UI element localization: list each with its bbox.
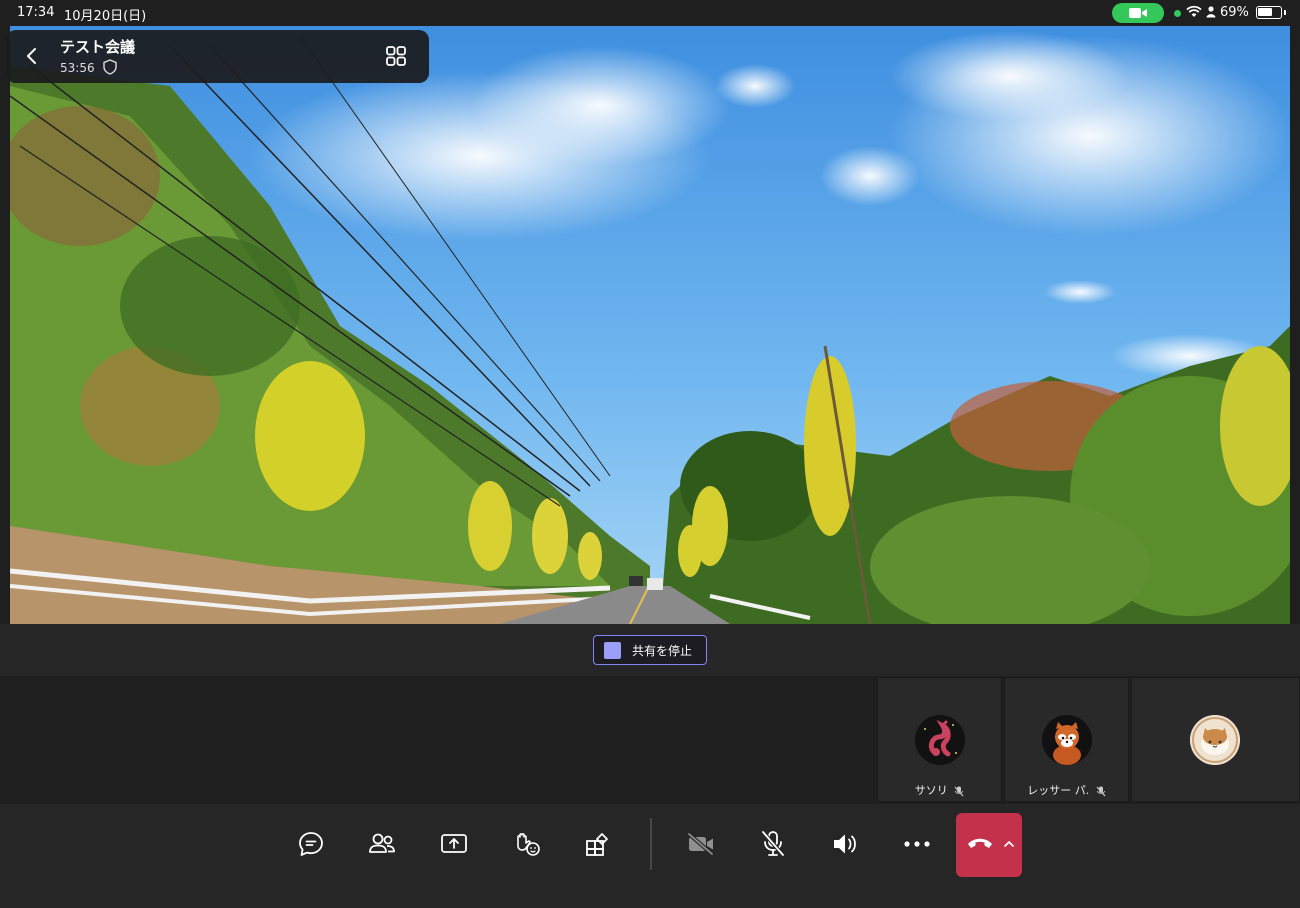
battery-tip bbox=[1284, 10, 1286, 15]
hang-up-icon bbox=[968, 838, 992, 848]
apps-icon bbox=[586, 833, 608, 856]
teams-meeting-screen: 17:34 10月20日(日) 69% テスト会議 53:56 共有を停止 サソ… bbox=[0, 0, 1300, 908]
mic-off-icon bbox=[761, 830, 785, 857]
mic-muted-icon bbox=[954, 786, 964, 796]
status-date: 10月20日(日) bbox=[64, 9, 147, 24]
status-time: 17:34 bbox=[17, 5, 55, 20]
participant-tile-self[interactable] bbox=[1131, 677, 1300, 802]
more-options-button[interactable] bbox=[886, 812, 948, 876]
stop-square-icon bbox=[604, 642, 621, 659]
battery-icon bbox=[1256, 6, 1282, 19]
cat-avatar bbox=[1190, 715, 1240, 765]
view-layout-button[interactable] bbox=[384, 44, 408, 68]
participant-name: サソリ bbox=[914, 784, 948, 797]
stop-sharing-button[interactable]: 共有を停止 bbox=[593, 635, 707, 665]
react-button[interactable] bbox=[496, 812, 558, 876]
shared-video-feed bbox=[10, 26, 1290, 624]
chat-button[interactable] bbox=[280, 812, 342, 876]
participant-name: レッサー パ. bbox=[1027, 784, 1090, 797]
participant-tile[interactable]: レッサー パ. bbox=[1004, 677, 1129, 802]
toolbar-divider bbox=[650, 818, 652, 870]
privacy-dot bbox=[1174, 10, 1181, 17]
more-icon bbox=[904, 841, 930, 847]
person-icon bbox=[1206, 6, 1216, 18]
back-button[interactable] bbox=[20, 44, 44, 68]
battery-percent: 69% bbox=[1220, 5, 1249, 20]
camera-off-icon bbox=[687, 832, 714, 856]
mic-toggle-button[interactable] bbox=[742, 812, 804, 876]
participant-name-row: サソリ bbox=[878, 782, 1001, 798]
stop-sharing-label: 共有を停止 bbox=[632, 644, 693, 658]
chat-icon bbox=[299, 832, 323, 856]
road-scene-image bbox=[10, 26, 1290, 624]
battery-level-fill bbox=[1258, 8, 1272, 16]
share-screen-button[interactable] bbox=[423, 812, 485, 876]
meeting-timer: 53:56 bbox=[60, 61, 95, 75]
red-panda-avatar bbox=[1042, 715, 1092, 765]
speaker-icon bbox=[834, 834, 856, 854]
people-button[interactable] bbox=[351, 812, 413, 876]
meeting-title: テスト会議 bbox=[60, 38, 136, 56]
raise-hand-react-icon bbox=[517, 833, 540, 856]
people-icon bbox=[369, 833, 395, 853]
share-screen-icon bbox=[441, 834, 467, 853]
participant-tile[interactable]: サソリ bbox=[877, 677, 1002, 802]
leave-meeting-button[interactable] bbox=[956, 813, 1022, 877]
participant-name-row: レッサー パ. bbox=[1005, 782, 1128, 798]
apps-button[interactable] bbox=[566, 812, 628, 876]
mic-muted-icon bbox=[1096, 786, 1106, 796]
camera-in-use-indicator bbox=[1112, 3, 1164, 23]
meeting-header: テスト会議 53:56 bbox=[6, 30, 429, 83]
wifi-icon bbox=[1186, 5, 1202, 17]
chevron-left-icon bbox=[27, 48, 36, 64]
speaker-button[interactable] bbox=[814, 812, 876, 876]
camera-toggle-button[interactable] bbox=[670, 812, 732, 876]
chevron-up-icon[interactable] bbox=[1003, 839, 1015, 849]
video-camera-icon bbox=[1129, 8, 1147, 18]
shield-icon bbox=[103, 59, 117, 75]
status-bar: 17:34 10月20日(日) 69% bbox=[0, 0, 1300, 26]
grid-view-icon bbox=[386, 46, 406, 66]
scorpion-avatar bbox=[915, 715, 965, 765]
